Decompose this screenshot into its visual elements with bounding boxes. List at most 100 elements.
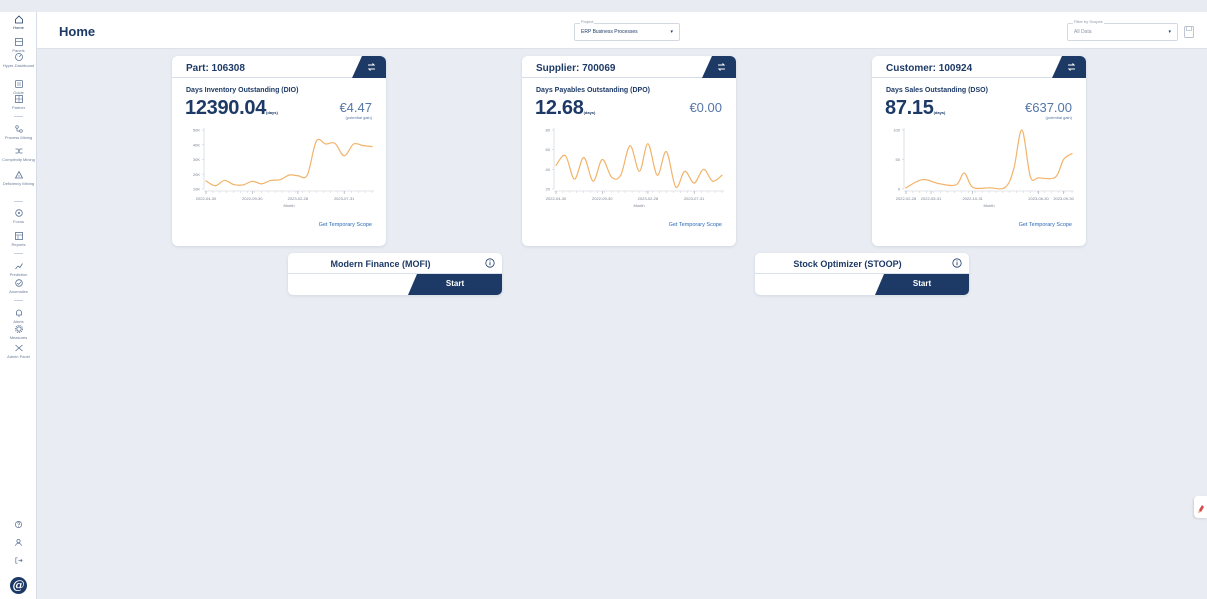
sidebar-divider: [14, 116, 23, 117]
info-icon[interactable]: [485, 258, 495, 268]
info-icon[interactable]: [952, 258, 962, 268]
get-temporary-scope-link[interactable]: Get Temporary Scope: [1019, 222, 1072, 228]
data-point: [315, 140, 317, 142]
trend-chart: 20 40 60 80 2022-04-30 2022-09-30 2023-02-28 20…: [546, 128, 724, 208]
sidebar-item-bell[interactable]: Alerts: [0, 308, 37, 324]
sidebar-item-anomalies[interactable]: Anomalies: [0, 278, 37, 294]
sidebar-item-focus[interactable]: Focus: [0, 208, 37, 224]
sidebar-item-process-mining[interactable]: Process Mining: [0, 124, 37, 140]
trend-chart: 0 50 100 2022-02-28 2022-05-31 2022-10-31 2023…: [893, 128, 1074, 209]
start-button[interactable]: Start: [408, 274, 502, 295]
data-point: [353, 143, 355, 145]
guide-icon: [14, 80, 23, 88]
data-point: [1063, 159, 1065, 160]
scope-filter-value: All Data: [1074, 29, 1092, 35]
hyper-dashboard-icon: [14, 53, 23, 61]
x-tick-label: 2022-04-30: [546, 196, 567, 201]
card-header: Part: 106308: [172, 56, 386, 78]
data-point: [963, 172, 965, 174]
sidebar-item-label: Partner: [11, 105, 26, 110]
data-point: [343, 155, 345, 157]
potential-gain-value: €637.00: [1025, 100, 1072, 115]
potential-gain-label: (potential gain): [345, 115, 372, 120]
sidebar-item-deficiency-mining[interactable]: Deficiency Mining: [0, 170, 37, 186]
card-header: Customer: 100924: [872, 56, 1086, 78]
data-point: [325, 143, 327, 145]
sidebar-item-guide[interactable]: Guide: [0, 79, 37, 95]
feedback-tab[interactable]: [1194, 496, 1207, 518]
chevron-down-icon: ▾: [670, 29, 673, 35]
get-temporary-scope-link[interactable]: Get Temporary Scope: [669, 222, 722, 228]
y-tick-label: 10K: [193, 187, 200, 192]
x-tick-label: 2023-02-28: [638, 196, 659, 201]
get-temporary-scope-link[interactable]: Get Temporary Scope: [319, 222, 372, 228]
sidebar-item-panels[interactable]: Panels: [0, 37, 37, 53]
sidebar-item-label: Process Mining: [4, 135, 33, 140]
admin-icon: [14, 344, 23, 352]
data-point: [721, 174, 723, 176]
data-point: [1038, 177, 1039, 179]
sidebar-item-label: Deficiency Mining: [2, 181, 35, 186]
data-point: [573, 178, 575, 180]
scope-filter-select[interactable]: Filter by Scopes All Data ▾: [1067, 19, 1178, 41]
y-tick-label: 50K: [193, 128, 200, 133]
card-header: Supplier: 700069: [522, 56, 736, 78]
sidebar-logout-button[interactable]: [0, 556, 37, 565]
card-title: Customer: 100924: [886, 63, 973, 74]
sidebar-item-label: Measures: [9, 335, 28, 340]
sidebar-item-label: Admin Panel: [7, 354, 30, 359]
sidebar-item-prediction[interactable]: Prediction: [0, 261, 37, 277]
y-tick-label: 20K: [193, 172, 200, 177]
x-tick-label: 2023-07-31: [684, 196, 705, 201]
data-point: [251, 180, 253, 182]
sidebar-item-reports[interactable]: Reports: [0, 231, 37, 247]
sidebar-item-complexity-mining[interactable]: Complexity Mining: [0, 146, 37, 162]
brand-logo[interactable]: @: [10, 577, 27, 594]
panels-icon: [14, 38, 23, 46]
sidebar-item-label: Home: [13, 25, 24, 30]
save-icon[interactable]: [1184, 26, 1194, 38]
sidebar-item-home[interactable]: Home: [0, 14, 37, 30]
sidebar-item-admin[interactable]: Admin Panel: [0, 343, 37, 359]
data-point: [656, 174, 658, 176]
sidebar-user-button[interactable]: [0, 538, 37, 547]
data-point: [1071, 153, 1073, 155]
data-point: [647, 143, 649, 145]
project-select[interactable]: Project ERP Business Processes ▾: [574, 19, 680, 41]
refresh-button[interactable]: [352, 56, 386, 78]
refresh-button[interactable]: [1052, 56, 1086, 78]
card-title: Part: 106308: [186, 63, 245, 74]
top-header: Home Project ERP Business Processes ▾ Fi…: [37, 12, 1207, 49]
data-point: [1004, 186, 1006, 188]
sidebar-item-partner[interactable]: Partner: [0, 94, 37, 110]
x-axis-label: Month: [283, 203, 294, 208]
refresh-button[interactable]: [702, 56, 736, 78]
sidebar-item-gear[interactable]: Measures: [0, 324, 37, 340]
home-icon: [14, 15, 23, 24]
x-tick-label: 2022-05-31: [921, 196, 942, 201]
user-icon: [15, 539, 22, 546]
sidebar-help-button[interactable]: [0, 520, 37, 529]
y-tick-label: 0: [898, 187, 901, 192]
card-title: Supplier: 700069: [536, 63, 616, 74]
sidebar-item-label: Anomalies: [9, 289, 28, 294]
sidebar-item-hyper-dashboard[interactable]: Hyper-Dashboard: [0, 52, 37, 68]
metric-unit: (days): [266, 110, 278, 115]
potential-gain-value: €0.00: [689, 100, 722, 115]
tool-title: Stock Optimizer (STOOP): [793, 259, 902, 269]
series-line: [205, 138, 373, 187]
y-tick-label: 30K: [193, 157, 200, 162]
y-tick-label: 20: [546, 187, 551, 192]
x-tick-label: 2022-10-31: [962, 196, 983, 201]
x-tick-label: 2022-09-30: [592, 196, 613, 201]
data-point: [639, 170, 640, 172]
bell-icon: [15, 309, 22, 317]
tool-card: Modern Finance (MOFI) Start: [288, 253, 502, 295]
start-button[interactable]: Start: [875, 274, 969, 295]
metric-number: 12390.04: [185, 97, 267, 119]
data-point: [1013, 168, 1015, 170]
metric-card: Part: 106308 Days Inventory Outstanding (…: [172, 56, 386, 246]
data-point: [1054, 176, 1056, 178]
sidebar-item-label: Focus: [13, 219, 24, 224]
data-point: [279, 179, 281, 181]
